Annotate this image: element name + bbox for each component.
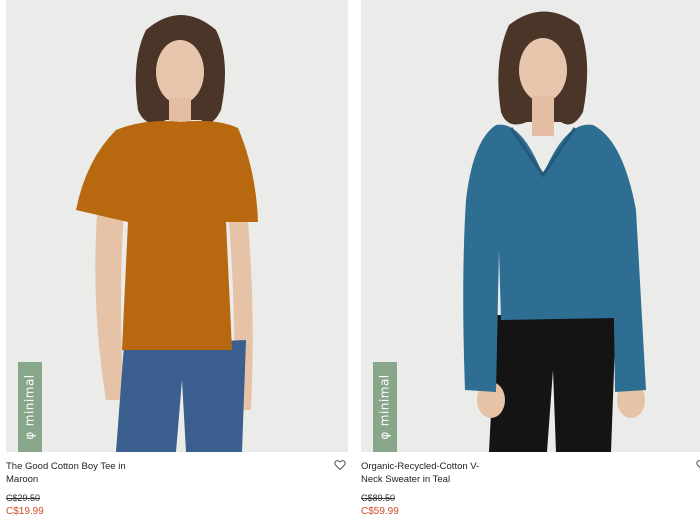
badge-label: minimal bbox=[23, 374, 38, 427]
product-grid: φ minimal The Good Cotton Boy Tee in Mar… bbox=[0, 0, 700, 521]
product-info: Organic-Recycled-Cotton V-Neck Sweater i… bbox=[361, 452, 700, 519]
model-photo bbox=[76, 15, 258, 452]
phi-icon: φ bbox=[23, 431, 38, 440]
product-image[interactable]: φ minimal bbox=[361, 0, 700, 452]
product-name[interactable]: Organic-Recycled-Cotton V-Neck Sweater i… bbox=[361, 460, 491, 486]
product-name[interactable]: The Good Cotton Boy Tee in Maroon bbox=[6, 460, 136, 486]
phi-icon: φ bbox=[378, 431, 393, 440]
product-image[interactable]: φ minimal bbox=[6, 0, 348, 452]
heart-icon[interactable] bbox=[334, 459, 346, 471]
sale-price: C$59.99 bbox=[361, 506, 399, 517]
minimal-badge: φ minimal bbox=[18, 362, 42, 452]
heart-icon[interactable] bbox=[696, 459, 700, 471]
product-card[interactable]: φ minimal The Good Cotton Boy Tee in Mar… bbox=[6, 0, 348, 521]
original-price: C$89.50 bbox=[361, 493, 396, 503]
original-price: C$29.50 bbox=[6, 493, 41, 503]
badge-label: minimal bbox=[378, 374, 393, 427]
minimal-badge: φ minimal bbox=[373, 362, 397, 452]
product-card[interactable]: φ minimal Organic-Recycled-Cotton V-Neck… bbox=[361, 0, 700, 521]
product-info: The Good Cotton Boy Tee in Maroon C$29.5… bbox=[6, 452, 348, 519]
model-photo bbox=[463, 11, 646, 452]
sale-price: C$19.99 bbox=[6, 506, 44, 517]
